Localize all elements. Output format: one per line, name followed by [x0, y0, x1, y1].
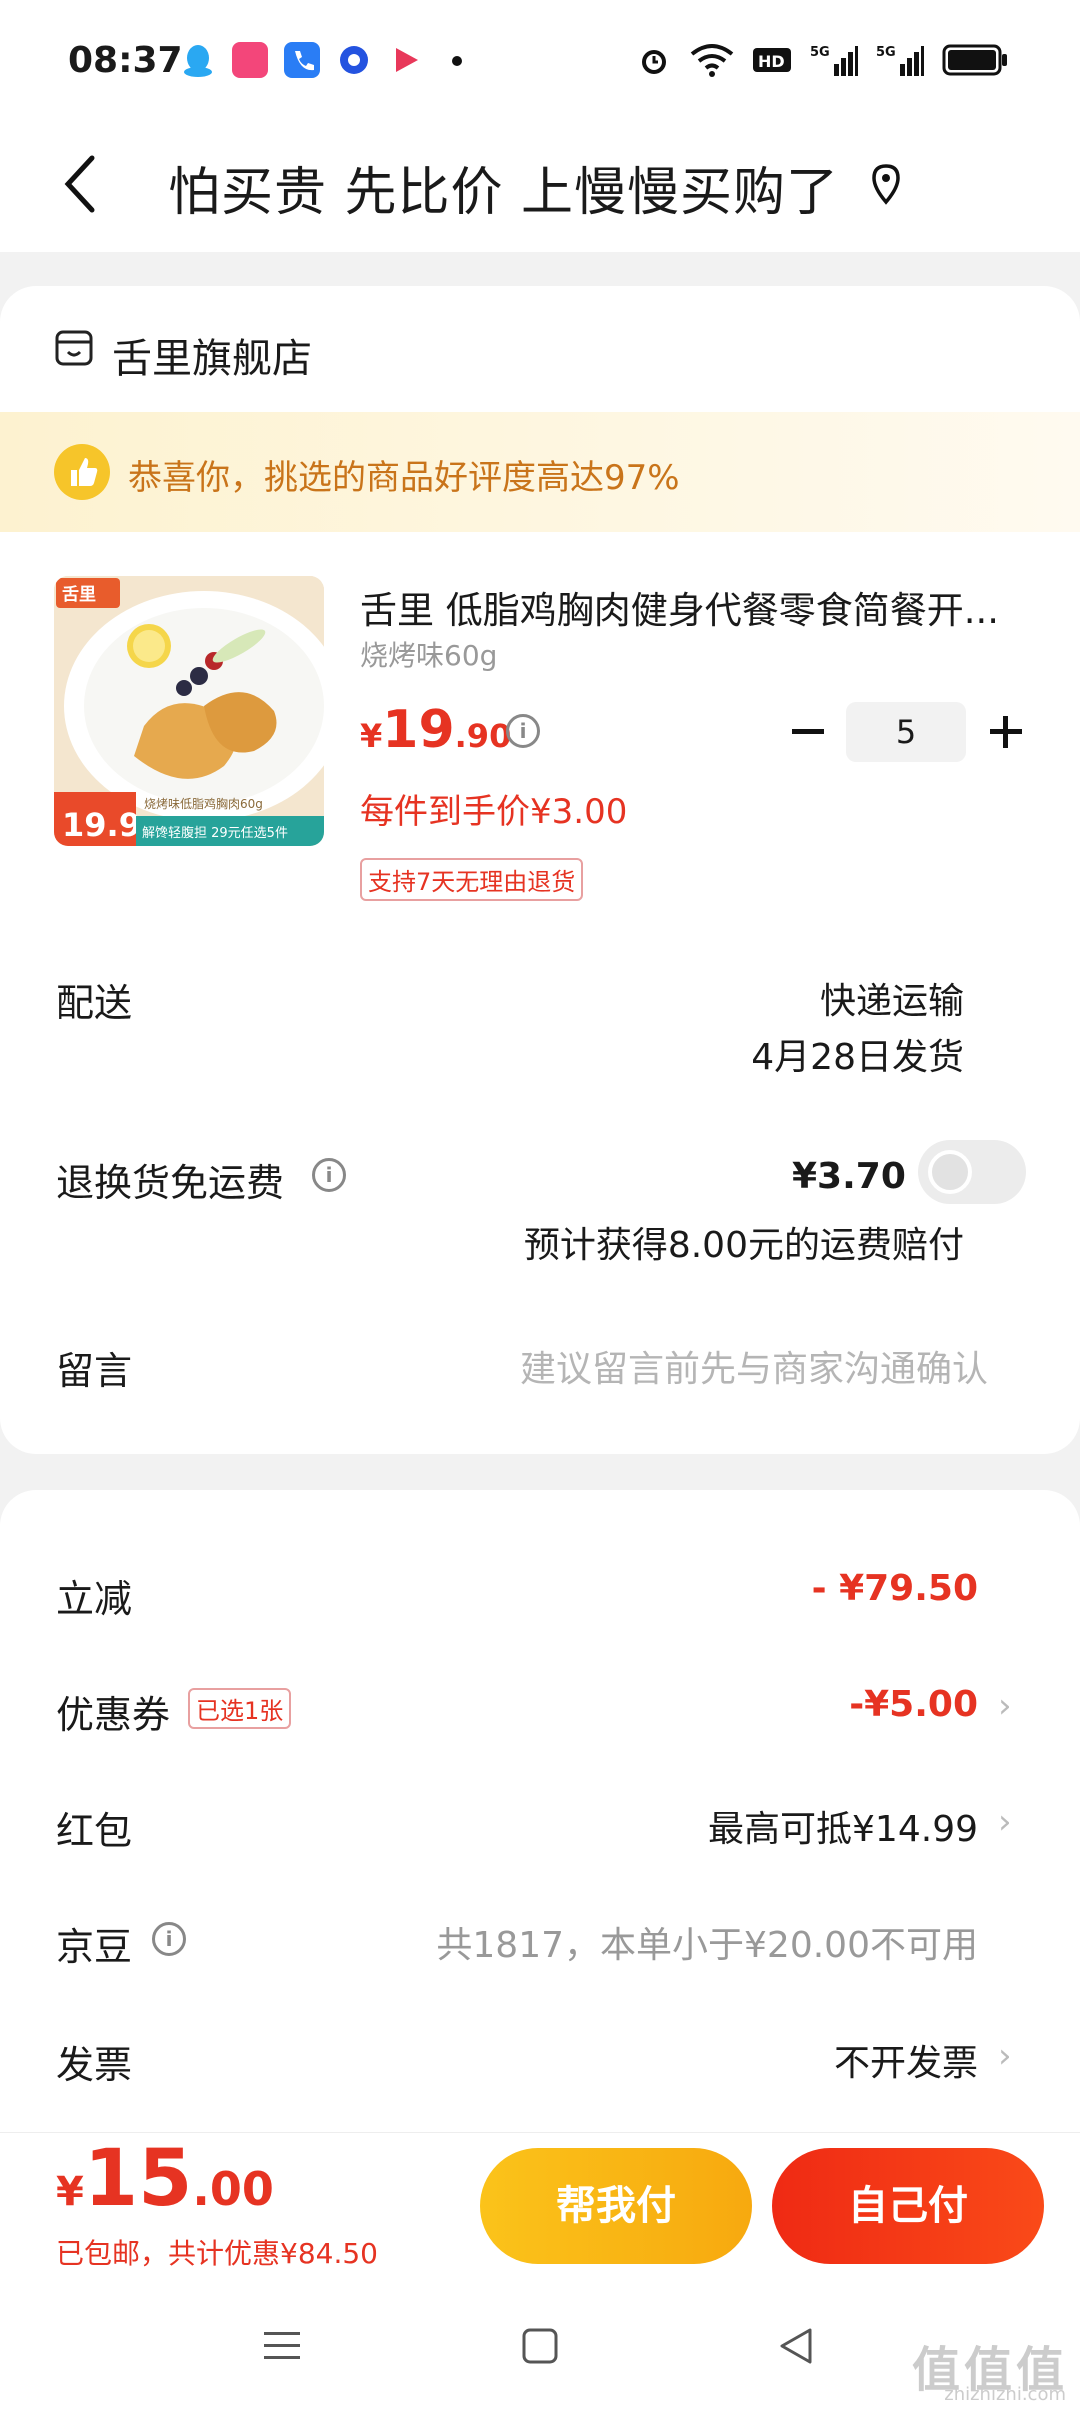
home-icon[interactable] [516, 2322, 564, 2370]
coupon-chevron-icon: › [998, 1686, 1012, 1726]
store-name[interactable]: 舌里旗舰店 [112, 326, 312, 384]
minus-icon [792, 729, 824, 734]
coupon-value[interactable]: -¥5.00 [849, 1684, 978, 1725]
delivery-date: 4月28日发货 [751, 1037, 964, 1078]
product-spec[interactable]: 烧烤味60g [360, 634, 497, 674]
instant-discount-value: - ¥79.50 [811, 1568, 978, 1609]
qq-icon [180, 42, 216, 78]
unit-price: 每件到手价¥3.00 [360, 792, 628, 832]
free-shipping-text: 已包邮 [56, 2237, 141, 2270]
svg-text:5G: 5G [876, 45, 896, 60]
return-shipping-info-icon[interactable]: i [312, 1158, 346, 1192]
svg-text:HD: HD [758, 52, 785, 71]
signal-5g-icon-2: 5G [876, 45, 924, 76]
product-price: ¥19.90 [360, 700, 512, 760]
chevron-left-icon [64, 155, 95, 213]
signal-5g-icon-1: 5G [810, 45, 858, 76]
jingdou-value: 共1817，本单小于¥20.00不可用 [436, 1925, 978, 1966]
quantity-increase-button[interactable] [984, 710, 1028, 754]
alarm-icon [642, 50, 666, 74]
self-pay-button[interactable]: 自己付 [772, 2148, 1044, 2264]
svg-text:5G: 5G [810, 45, 830, 60]
coupon-label: 优惠券 [56, 1693, 171, 1737]
message-label: 留言 [56, 1349, 133, 1393]
status-time: 08:37 [68, 40, 183, 81]
product-image-caption: 烧烤味低脂鸡胸肉60g [144, 796, 263, 811]
battery-icon [942, 44, 1007, 76]
store-icon [54, 328, 94, 368]
product-image-brand: 舌里 [62, 584, 96, 605]
delivery-label: 配送 [56, 981, 133, 1025]
product-title[interactable]: 舌里 低脂鸡胸肉健身代餐零食简餐开... [360, 580, 1040, 634]
quantity-input[interactable]: 5 [846, 702, 966, 762]
jingdou-label: 京豆 [56, 1925, 133, 1969]
phone-app-icon [284, 42, 320, 78]
back-triangle-icon[interactable] [772, 2322, 820, 2370]
page-title: 怕买贵 先比价 上慢慢买购了 [168, 163, 840, 223]
price-info-icon[interactable]: i [506, 714, 540, 748]
back-button[interactable] [56, 144, 116, 224]
red-packet-chevron-icon: › [998, 1802, 1012, 1842]
app-icon-pink [232, 42, 268, 78]
invoice-chevron-icon: › [998, 2036, 1012, 2076]
location-icon[interactable] [866, 162, 906, 210]
help-pay-button[interactable]: 帮我付 [480, 2148, 752, 2264]
coupon-selected-tag: 已选1张 [188, 1688, 292, 1729]
instant-discount-label: 立减 [56, 1577, 133, 1621]
rating-banner-text: 恭喜你，挑选的商品好评度高达97% [128, 458, 680, 498]
thumbs-up-icon [54, 444, 110, 500]
total-price: ¥15.00 [56, 2134, 274, 2224]
top-nav-bar: 怕买贵 先比价 上慢慢买购了 [0, 120, 1080, 252]
return-shipping-note: 预计获得8.00元的运费赔付 [523, 1225, 964, 1266]
return-shipping-label: 退换货免运费 [56, 1161, 285, 1205]
product-image[interactable]: 舌里 烧烤味低脂鸡胸肉60g 19.9 解馋轻腹担 29元任选5件 [54, 576, 324, 846]
hd-icon: HD [753, 48, 791, 72]
delivery-method[interactable]: 快递运输 [820, 972, 964, 1024]
total-saved-text: ，共计优惠¥84.50 [140, 2237, 378, 2270]
return-policy-badge: 支持7天无理由退货 [360, 858, 584, 901]
red-packet-label: 红包 [56, 1809, 133, 1853]
video-app-icon [388, 42, 424, 78]
quantity-decrease-button[interactable] [786, 710, 830, 754]
plus-icon [990, 716, 1022, 748]
product-image-price: 19.9 [62, 806, 141, 844]
jingdou-info-icon[interactable]: i [152, 1922, 186, 1956]
product-image-promo: 解馋轻腹担 29元任选5件 [142, 825, 288, 841]
menu-icon[interactable] [258, 2322, 306, 2370]
red-packet-value[interactable]: 最高可抵¥14.99 [708, 1800, 978, 1852]
wifi-icon [690, 44, 734, 77]
watermark-domain: zhizhizhi.com [944, 2384, 1066, 2405]
circle-app-icon [336, 42, 372, 78]
return-shipping-price: ¥3.70 [792, 1156, 906, 1197]
invoice-value[interactable]: 不开发票 [834, 2034, 978, 2086]
return-shipping-toggle[interactable] [918, 1140, 1026, 1204]
invoice-label: 发票 [56, 2043, 133, 2087]
total-summary: 已包邮，共计优惠¥84.50 [56, 2232, 378, 2272]
status-icons: HD 5G 5G [636, 42, 1008, 78]
message-input[interactable]: 建议留言前先与商家沟通确认 [520, 1340, 988, 1392]
more-notifications-dot [452, 56, 462, 66]
toggle-knob [928, 1150, 972, 1194]
